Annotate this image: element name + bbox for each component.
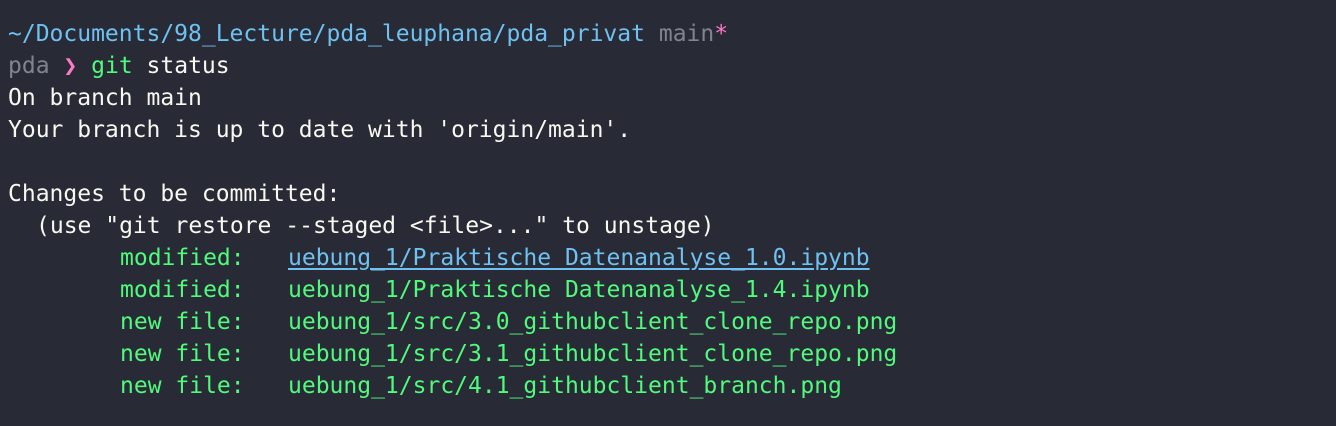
staged-entry: new file: uebung_1/src/4.1_githubclient_b… [8, 370, 1336, 402]
staged-entry: new file: uebung_1/src/3.1_githubclient_c… [8, 338, 1336, 370]
entry-file: uebung_1/src/3.1_githubclient_clone_repo… [288, 341, 898, 367]
entry-status: modified: [120, 277, 245, 303]
terminal-window[interactable]: ~/Documents/98_Lecture/pda_leuphana/pda_… [0, 0, 1336, 426]
virtualenv-name: pda [8, 53, 50, 79]
unstage-hint: (use "git restore --staged <file>..." to… [36, 213, 715, 239]
entry-file: uebung_1/src/3.0_githubclient_clone_repo… [288, 309, 898, 335]
output-branch-line: On branch main [8, 85, 202, 111]
command-line: pda ❯ git status [8, 50, 1336, 82]
output-uptodate-line: Your branch is up to date with 'origin/m… [8, 117, 632, 143]
staged-entry: new file: uebung_1/src/3.0_githubclient_c… [8, 306, 1336, 338]
entry-status: modified: [120, 245, 245, 271]
staged-entry: modified: uebung_1/Praktische Datenanalys… [8, 242, 1336, 274]
staged-entry: modified: uebung_1/Praktische Datenanalys… [8, 274, 1336, 306]
prompt-path-line: ~/Documents/98_Lecture/pda_leuphana/pda_… [8, 18, 1336, 50]
changes-header: Changes to be committed: [8, 181, 341, 207]
entry-file: uebung_1/src/4.1_githubclient_branch.png [288, 373, 842, 399]
entry-file-link[interactable]: uebung_1/Praktische Datenanalyse_1.0.ipy… [288, 245, 870, 271]
command-name: git [91, 53, 133, 79]
entry-status: new file: [120, 309, 245, 335]
command-args: status [146, 53, 230, 79]
entry-file: uebung_1/Praktische Datenanalyse_1.4.ipy… [288, 277, 870, 303]
dirty-indicator: * [714, 21, 729, 47]
current-directory: ~/Documents/98_Lecture/pda_leuphana/pda_… [8, 21, 645, 47]
unstage-hint-line: (use "git restore --staged <file>..." to… [8, 210, 1336, 242]
entry-status: new file: [120, 341, 245, 367]
git-branch: main [658, 21, 715, 47]
entry-status: new file: [120, 373, 245, 399]
prompt-chevron-icon: ❯ [63, 53, 78, 79]
